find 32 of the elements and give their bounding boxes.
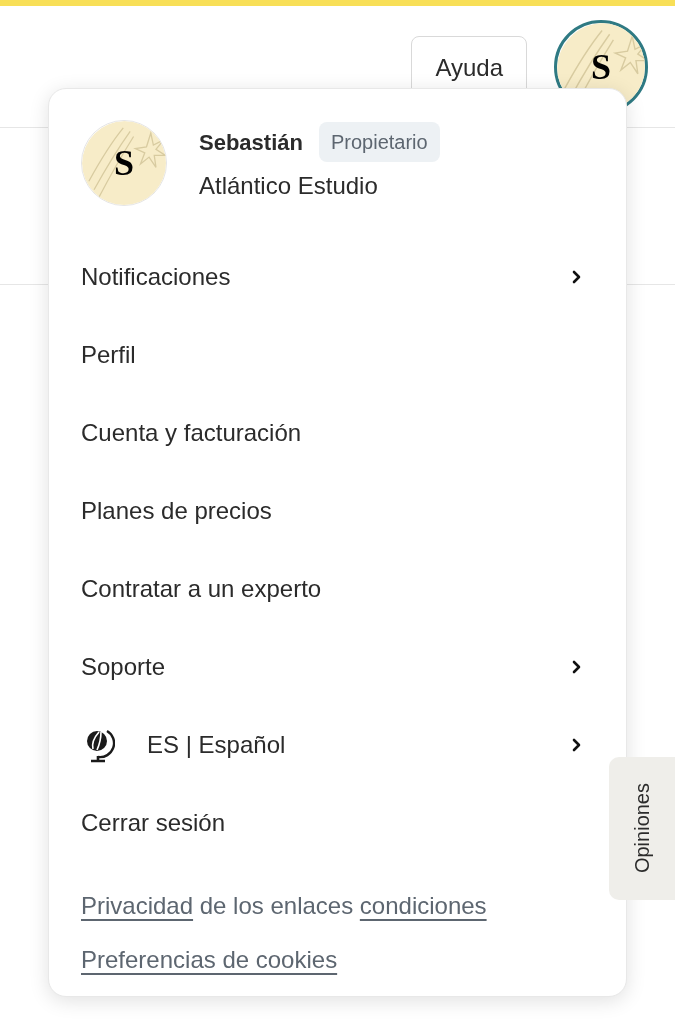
menu-item[interactable]: Perfil (81, 316, 594, 394)
menu-item-label: Notificaciones (81, 262, 231, 292)
menu-item-label: Planes de precios (81, 496, 272, 526)
chevron-right-icon (572, 738, 582, 752)
star-icon (133, 130, 166, 169)
footer-links-text: Privacidad de los enlaces condiciones (81, 891, 488, 921)
star-icon (612, 33, 645, 75)
menu-item-label: Cerrar sesión (81, 808, 226, 838)
chevron-right-icon (572, 270, 582, 284)
menu-item[interactable]: Contratar a un experto (81, 550, 594, 628)
footer-link[interactable]: Preferencias de cookies (81, 946, 338, 973)
chevron-right-icon (572, 660, 582, 674)
menu-item-label: Perfil (81, 340, 136, 370)
streak-lines-icon (88, 127, 135, 198)
user-name: Sebastián (199, 128, 303, 157)
role-badge: Propietario (318, 122, 440, 162)
menu-item-label: ES | Español (147, 730, 286, 760)
menu-item[interactable]: ES | Español (81, 706, 594, 784)
footer-link[interactable]: Privacidad (81, 892, 194, 919)
feedback-tab[interactable]: Opiniones (609, 757, 675, 900)
avatar-initial: S (591, 49, 611, 85)
avatar-initial: S (114, 145, 134, 181)
menu-item[interactable]: Cerrar sesión (81, 784, 594, 862)
menu-item-label: Soporte (81, 652, 166, 682)
footer-link[interactable]: condiciones (359, 892, 487, 919)
menu-item[interactable]: Planes de precios (81, 472, 594, 550)
organization-name: Atlántico Estudio (199, 171, 379, 201)
menu-item-label: Cuenta y facturación (81, 418, 302, 448)
menu-item[interactable]: Soporte (81, 628, 594, 706)
menu-item-label: Contratar a un experto (81, 574, 322, 604)
menu-item[interactable]: Cuenta y facturación (81, 394, 594, 472)
menu-item[interactable]: Notificaciones (81, 238, 594, 316)
